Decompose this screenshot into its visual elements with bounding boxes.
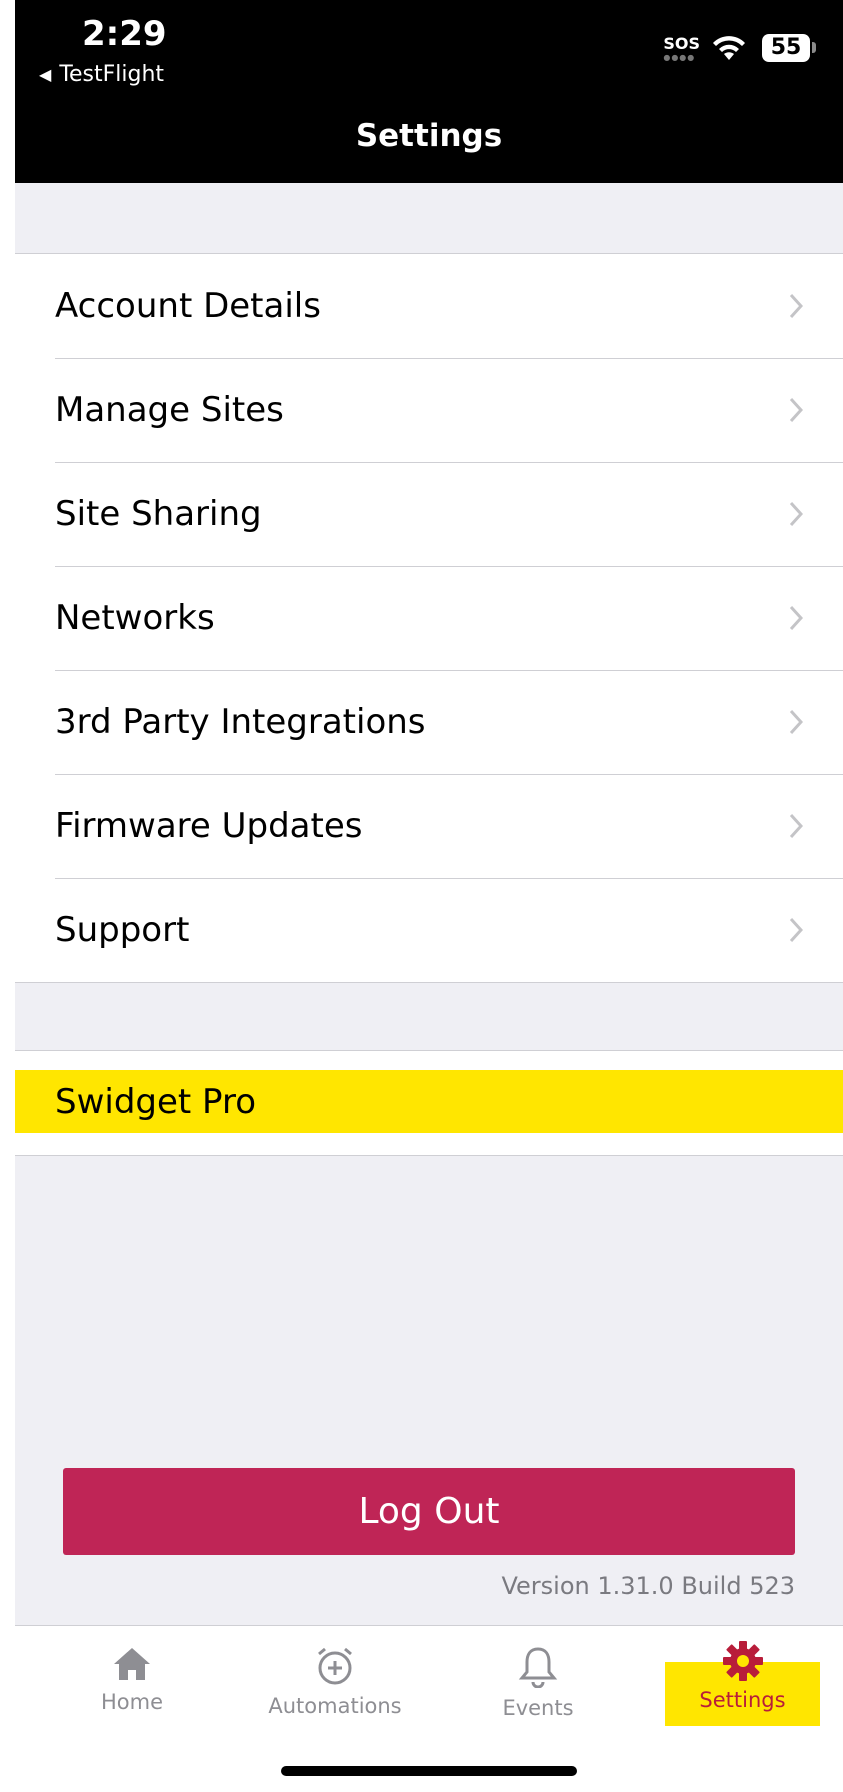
- header: 2:29 ◀ TestFlight SOS ●●●● 55 Settings: [15, 0, 843, 183]
- alarm-add-icon: [318, 1647, 352, 1685]
- settings-item-label: 3rd Party Integrations: [55, 702, 426, 742]
- chevron-right-icon: [789, 605, 803, 631]
- settings-item-support[interactable]: Support: [15, 878, 843, 982]
- settings-item-3rd-party-integrations[interactable]: 3rd Party Integrations: [15, 670, 843, 774]
- back-app-label: TestFlight: [59, 62, 165, 87]
- settings-screen: 2:29 ◀ TestFlight SOS ●●●● 55 Settings A…: [15, 0, 843, 1792]
- settings-item-site-sharing[interactable]: Site Sharing: [15, 462, 843, 566]
- tab-label: Events: [502, 1696, 574, 1720]
- chevron-right-icon: [789, 813, 803, 839]
- settings-item-label: Account Details: [55, 286, 321, 326]
- status-time: 2:29: [82, 14, 167, 54]
- settings-item-label: Firmware Updates: [55, 806, 363, 846]
- sos-indicator: SOS ●●●●: [663, 36, 700, 62]
- settings-item-firmware-updates[interactable]: Firmware Updates: [15, 774, 843, 878]
- pro-section: Swidget Pro: [15, 1050, 843, 1156]
- tab-events[interactable]: Events: [458, 1640, 618, 1736]
- wifi-icon: [713, 36, 745, 60]
- battery-level: 55: [762, 34, 810, 62]
- swidget-pro-item[interactable]: Swidget Pro: [15, 1070, 843, 1133]
- tab-label: Settings: [699, 1688, 786, 1712]
- gear-icon: [722, 1641, 763, 1681]
- signal-dots-icon: ●●●●: [663, 53, 696, 62]
- settings-item-label: Manage Sites: [55, 390, 284, 430]
- bell-icon: [518, 1647, 558, 1688]
- tab-home[interactable]: Home: [52, 1640, 212, 1736]
- home-indicator: [281, 1766, 577, 1776]
- sos-label: SOS: [663, 34, 700, 53]
- chevron-right-icon: [789, 501, 803, 527]
- chevron-right-icon: [789, 709, 803, 735]
- settings-item-manage-sites[interactable]: Manage Sites: [15, 358, 843, 462]
- tab-label: Automations: [268, 1694, 402, 1718]
- settings-item-label: Support: [55, 910, 190, 950]
- version-label: Version 1.31.0 Build 523: [501, 1572, 795, 1600]
- chevron-right-icon: [789, 917, 803, 943]
- chevron-right-icon: [789, 293, 803, 319]
- tab-label: Home: [100, 1690, 163, 1714]
- settings-list: Account Details Manage Sites Site Sharin…: [15, 253, 843, 983]
- back-to-app-button[interactable]: ◀ TestFlight: [39, 62, 164, 87]
- tab-automations[interactable]: Automations: [255, 1640, 415, 1736]
- battery-tip: [812, 42, 816, 53]
- page-title: Settings: [355, 118, 503, 154]
- swidget-pro-label: Swidget Pro: [55, 1081, 256, 1122]
- log-out-button[interactable]: Log Out: [63, 1468, 795, 1555]
- chevron-right-icon: [789, 397, 803, 423]
- settings-item-label: Site Sharing: [55, 494, 262, 534]
- home-icon: [114, 1648, 150, 1680]
- tab-settings[interactable]: Settings: [665, 1641, 820, 1726]
- settings-item-networks[interactable]: Networks: [15, 566, 843, 670]
- settings-item-label: Networks: [55, 598, 215, 638]
- back-arrow-icon: ◀: [39, 65, 52, 84]
- settings-item-account-details[interactable]: Account Details: [15, 254, 843, 358]
